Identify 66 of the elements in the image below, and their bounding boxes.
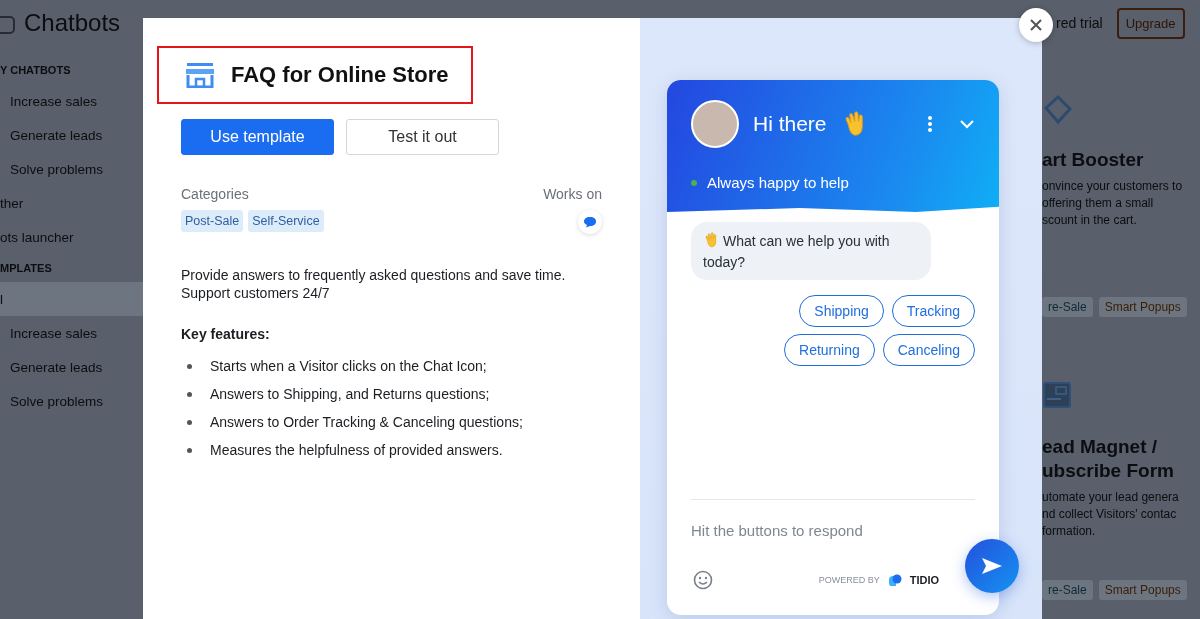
- category-tag: Self-Service: [248, 210, 324, 232]
- card-description: scount in the cart.: [1042, 212, 1138, 229]
- emoji-icon[interactable]: [693, 570, 713, 590]
- quick-reply-button[interactable]: Tracking: [891, 295, 975, 327]
- feature-text: Starts when a Visitor clicks on the Chat Icon;: [210, 358, 487, 374]
- feature-text: Answers to Shipping, and Returns questions;: [210, 386, 490, 402]
- card-title: ubscribe Form: [1042, 459, 1175, 483]
- avatar-placeholder: [691, 100, 739, 148]
- feature-text: Measures the helpfulness of provided answers.: [210, 442, 503, 458]
- brand-name: TIDIO: [909, 574, 939, 586]
- feature-text: Answers to Order Tracking & Canceling questions;: [210, 414, 523, 430]
- chevron-down-icon[interactable]: [959, 119, 975, 129]
- store-icon: [185, 62, 215, 88]
- use-template-button[interactable]: Use template: [181, 119, 334, 155]
- quick-reply-button[interactable]: Returning: [784, 334, 875, 366]
- close-icon: [1029, 18, 1043, 32]
- categories-label: Categories: [181, 186, 249, 202]
- card-description: offering them a small: [1042, 195, 1155, 212]
- sidebar-item[interactable]: Solve problems: [0, 384, 143, 418]
- close-button[interactable]: [1019, 8, 1053, 42]
- card-title: ead Magnet /: [1042, 435, 1159, 459]
- app-title: Chatbots: [24, 9, 121, 37]
- message-bubble: What can we help you with today?: [691, 222, 931, 280]
- brand-logo-icon: [887, 573, 902, 587]
- upgrade-button[interactable]: Upgrade: [1116, 7, 1185, 39]
- features-heading: Key features:: [181, 326, 271, 342]
- sidebar-heading: MPLATES: [0, 261, 53, 276]
- template-title: FAQ for Online Store: [231, 62, 449, 88]
- sidebar-item[interactable]: ther: [0, 186, 143, 220]
- category-tag: Smart Popups: [1098, 297, 1187, 317]
- status-text: Always happy to help: [707, 174, 849, 191]
- description-text: Provide answers to frequently asked questions and save time.: [181, 266, 567, 284]
- sidebar-item[interactable]: l: [0, 282, 143, 316]
- sidebar-heading: Y CHATBOTS: [0, 63, 72, 78]
- send-icon: [980, 556, 1004, 576]
- bullet-icon: [187, 419, 192, 425]
- trial-text: red trial: [1056, 15, 1103, 31]
- bullet-icon: [187, 447, 192, 453]
- sidebar-item[interactable]: ots launcher: [0, 220, 143, 254]
- more-options-icon[interactable]: [927, 115, 933, 133]
- powered-by-text: POWERED BY: [818, 575, 880, 585]
- works-on-label: Works on: [543, 186, 602, 202]
- card-description: nd collect Visitors' contac: [1042, 506, 1178, 523]
- sidebar-item[interactable]: Generate leads: [0, 350, 143, 384]
- description-text: Support customers 24/7: [181, 284, 331, 302]
- card-description: utomate your lead genera: [1042, 489, 1180, 506]
- card-title: art Booster: [1042, 148, 1145, 172]
- bullet-icon: [187, 363, 192, 369]
- tag-icon: [1042, 94, 1072, 126]
- category-tag: re-Sale: [1042, 580, 1093, 600]
- card-description: formation.: [1042, 523, 1097, 540]
- quick-reply-button[interactable]: Canceling: [882, 334, 975, 366]
- bullet-icon: [187, 391, 192, 397]
- category-tag: Smart Popups: [1098, 580, 1187, 600]
- quick-reply-button[interactable]: Shipping: [799, 295, 884, 327]
- category-tag: re-Sale: [1042, 297, 1093, 317]
- sidebar-item[interactable]: Solve problems: [0, 152, 143, 186]
- test-button[interactable]: Test it out: [346, 119, 499, 155]
- sidebar-item[interactable]: Increase sales: [0, 84, 143, 118]
- greeting-text: Hi there: [753, 112, 827, 136]
- category-tag: Post-Sale: [181, 210, 244, 232]
- card-description: onvince your customers to: [1042, 178, 1184, 195]
- sidebar-item[interactable]: Increase sales: [0, 316, 143, 350]
- chat-channel-icon: [578, 210, 602, 234]
- form-icon: [1042, 381, 1072, 409]
- sidebar-item[interactable]: Generate leads: [0, 118, 143, 152]
